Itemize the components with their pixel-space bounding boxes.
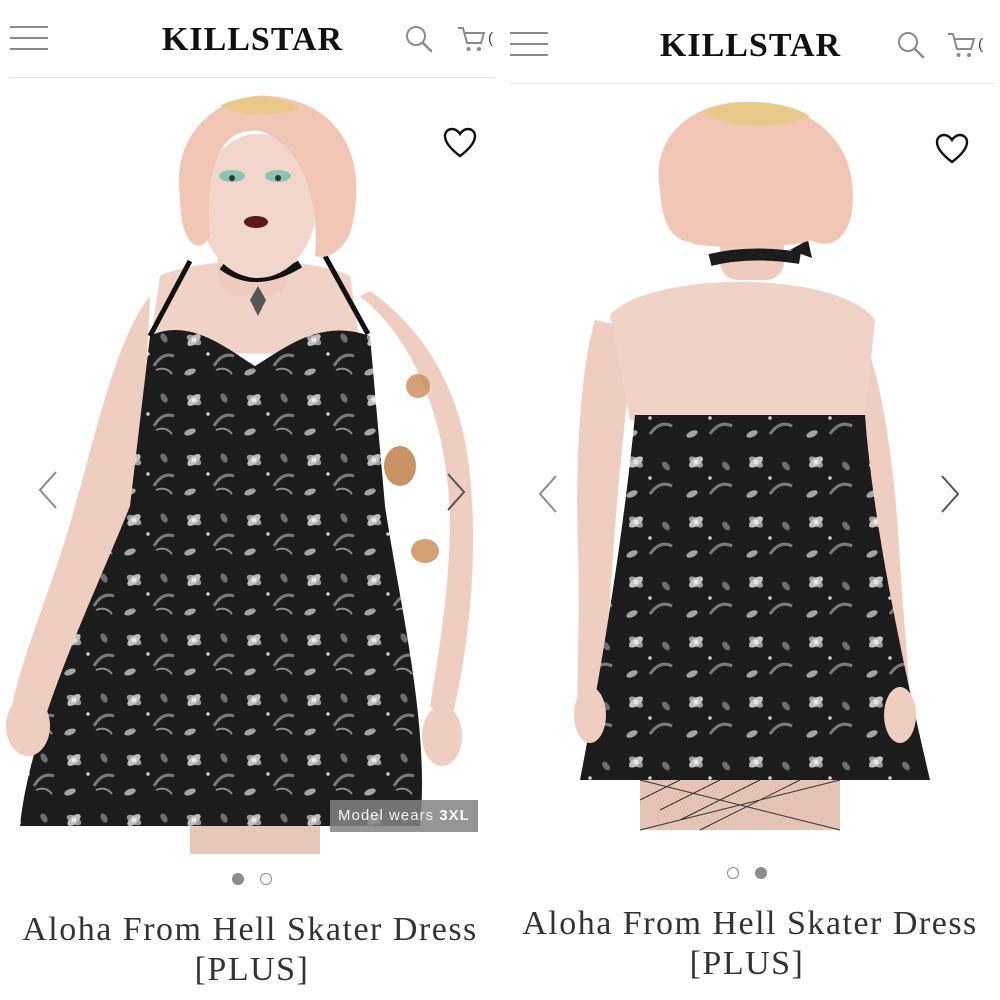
gallery-dot-1[interactable] [232, 872, 244, 885]
gallery-pagination [500, 864, 1000, 880]
killstar-logo[interactable]: KILLSTAR [140, 20, 365, 60]
site-header: KILLSTAR ( [0, 0, 500, 78]
model-size-value: 3XL [439, 807, 470, 824]
gallery-dot-1[interactable] [727, 866, 739, 879]
killstar-logo[interactable]: KILLSTAR [638, 26, 863, 66]
screenshot-panel-front: KILLSTAR (Model wears 3XL Aloha From He… [0, 0, 500, 1000]
menu-icon[interactable] [508, 28, 550, 60]
product-subtitle: [PLUS] [689, 945, 805, 982]
model-size-badge: Model wears 3XL [330, 800, 478, 832]
header-divider [10, 77, 494, 78]
screenshot-panel-back: KILLSTAR (Aloha From Hell Skater Dress … [500, 0, 1000, 1000]
product-image-back[interactable] [500, 90, 1000, 846]
gallery-dot-2[interactable] [260, 872, 272, 885]
cart-count: ( [488, 30, 493, 47]
wishlist-heart-icon[interactable] [442, 126, 478, 160]
next-image-chevron-icon[interactable] [442, 470, 470, 514]
model-size-label: Model wears [338, 807, 435, 824]
product-title: Aloha From Hell Skater Dress [522, 905, 978, 942]
previous-image-chevron-icon[interactable] [34, 468, 62, 512]
previous-image-chevron-icon[interactable] [534, 472, 562, 516]
header-divider [510, 83, 994, 84]
menu-icon[interactable] [8, 22, 50, 54]
cart-icon[interactable]: ( [456, 24, 496, 54]
search-icon[interactable] [404, 24, 434, 54]
gallery-pagination [4, 870, 500, 886]
product-image-front[interactable] [0, 86, 500, 854]
gallery-dot-2[interactable] [755, 866, 767, 879]
cart-icon[interactable]: ( [946, 30, 986, 60]
search-icon[interactable] [896, 30, 926, 60]
cart-count: ( [978, 36, 983, 53]
product-subtitle: [PLUS] [194, 951, 310, 988]
wishlist-heart-icon[interactable] [934, 132, 970, 166]
next-image-chevron-icon[interactable] [936, 472, 964, 516]
site-header: KILLSTAR ( [500, 6, 1000, 84]
product-title: Aloha From Hell Skater Dress [22, 911, 478, 948]
